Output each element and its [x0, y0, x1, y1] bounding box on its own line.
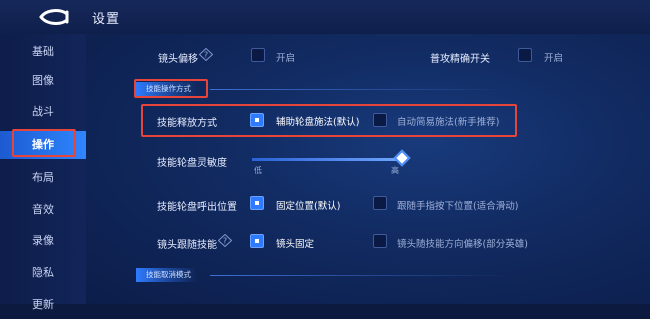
camera-offset-option-label: 开启	[276, 53, 296, 64]
wheel-position-label: 技能轮盘呼出位置	[157, 202, 237, 213]
precise-attack-option-label: 开启	[544, 53, 564, 64]
section-header-cancel-mode: 技能取消模式	[136, 268, 197, 282]
section-divider	[210, 275, 510, 276]
wheel-position-option-a-label: 固定位置(默认)	[276, 201, 341, 212]
skill-cast-option-b-checkbox[interactable]	[373, 113, 387, 127]
wheel-position-option-b-label: 跟随手指按下位置(适合滑动)	[397, 201, 519, 212]
svg-text:?: ?	[223, 237, 227, 246]
camera-offset-label: 镜头偏移	[158, 54, 198, 65]
section-highlight-frame	[134, 79, 208, 98]
camera-follow-label: 镜头跟随技能	[157, 240, 217, 251]
sidebar-item-sound[interactable]: 音效	[0, 196, 86, 224]
sidebar-item-privacy[interactable]: 隐私	[0, 259, 86, 287]
svg-text:?: ?	[204, 51, 208, 60]
sidebar-item-layout[interactable]: 布局	[0, 164, 86, 192]
sidebar-item-update[interactable]: 更新	[0, 291, 86, 319]
camera-follow-option-a-label: 镜头固定	[276, 239, 315, 250]
skill-cast-label: 技能释放方式	[157, 118, 217, 129]
sensitivity-slider-track[interactable]	[252, 158, 402, 161]
camera-offset-checkbox[interactable]	[251, 48, 265, 62]
wheel-sensitivity-label: 技能轮盘灵敏度	[157, 158, 227, 169]
precise-attack-checkbox[interactable]	[518, 48, 532, 62]
skill-cast-option-a-checkbox[interactable]	[250, 113, 264, 127]
sidebar-item-battle[interactable]: 战斗	[0, 98, 86, 126]
skill-cast-option-a-label: 辅助轮盘施法(默认)	[276, 117, 360, 128]
sidebar-item-basic[interactable]: 基础	[0, 38, 86, 66]
wheel-position-option-b-checkbox[interactable]	[373, 196, 387, 210]
skill-cast-option-b-label: 自动简易施法(新手推荐)	[397, 117, 500, 128]
precise-attack-label: 普攻精确开关	[430, 54, 490, 65]
sidebar-nav: 基础 图像 战斗 操作 布局 音效 录像 隐私 更新	[0, 34, 86, 311]
camera-follow-option-b-checkbox[interactable]	[373, 234, 387, 248]
section-divider	[210, 89, 510, 90]
top-bar: 设置	[0, 0, 650, 34]
settings-panel	[86, 34, 650, 304]
active-tab-highlight-frame	[12, 129, 76, 157]
sidebar-item-replay[interactable]: 录像	[0, 227, 86, 255]
help-icon[interactable]: ?	[199, 48, 213, 61]
wheel-position-option-a-checkbox[interactable]	[250, 196, 264, 210]
sidebar-item-graphics[interactable]: 图像	[0, 67, 86, 95]
camera-follow-option-a-checkbox[interactable]	[250, 234, 264, 248]
back-icon[interactable]	[37, 8, 71, 26]
page-title: 设置	[92, 12, 121, 27]
slider-high-label: 高	[391, 166, 399, 175]
slider-low-label: 低	[254, 166, 262, 175]
help-icon[interactable]: ?	[218, 234, 232, 247]
camera-follow-option-b-label: 镜头随技能方向偏移(部分英雄)	[397, 239, 528, 250]
